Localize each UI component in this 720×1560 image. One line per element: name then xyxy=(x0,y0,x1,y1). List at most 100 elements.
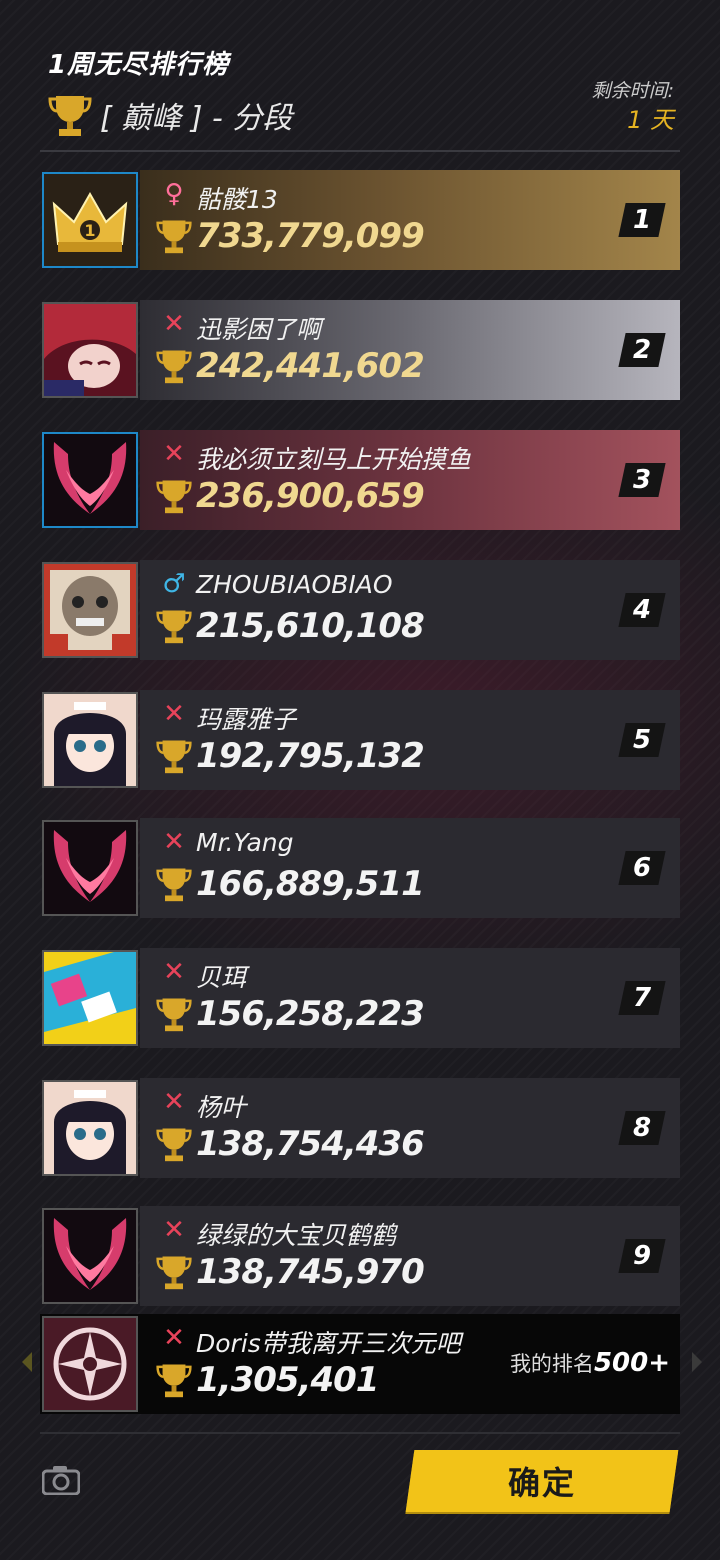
player-score: 242,441,602 xyxy=(196,346,425,386)
player-score: 733,779,099 xyxy=(196,216,425,256)
my-score: 1,305,401 xyxy=(196,1360,379,1400)
leaderboard-row[interactable]: ✕ 绿绿的大宝贝鹤鹤 138,745,970 9 xyxy=(40,1206,680,1306)
rank-number: 4 xyxy=(632,595,652,625)
trophy-icon xyxy=(156,740,192,774)
avatar[interactable]: 1 xyxy=(42,172,138,268)
tier-label: [ 巅峰 ] - 分段 xyxy=(100,101,293,136)
player-name: 绿绿的大宝贝鹤鹤 xyxy=(196,1221,397,1250)
rank-number: 1 xyxy=(632,205,652,235)
trophy-icon xyxy=(48,96,92,136)
score-group: 156,258,223 xyxy=(156,994,425,1034)
avatar[interactable] xyxy=(42,1080,138,1176)
rank-badge: 3 xyxy=(618,463,666,497)
score-group: 215,610,108 xyxy=(156,606,425,646)
avatar[interactable] xyxy=(42,692,138,788)
leaderboard-row[interactable]: 1 ♀ 骷髅13 733,779,099 1 xyxy=(40,170,680,270)
camera-icon[interactable] xyxy=(42,1465,80,1495)
player-name: 杨叶 xyxy=(196,1093,247,1122)
trophy-icon xyxy=(156,480,192,514)
leaderboard-row[interactable]: ✕ 玛露雅子 192,795,132 5 xyxy=(40,690,680,790)
rank-number: 2 xyxy=(632,335,652,365)
player-name: 我必须立刻马上开始摸鱼 xyxy=(196,445,472,474)
svg-text:1: 1 xyxy=(84,221,95,240)
gender-icon: ✕ xyxy=(163,1323,185,1353)
avatar[interactable] xyxy=(42,562,138,658)
player-name: 玛露雅子 xyxy=(196,705,297,734)
score-group: 138,745,970 xyxy=(156,1252,425,1292)
leaderboard-row[interactable]: ✕ 贝珥 156,258,223 7 xyxy=(40,948,680,1048)
my-rank-row[interactable]: ✕ Doris带我离开三次元吧 1,305,401 我的排名 500+ xyxy=(40,1314,680,1414)
rank-number: 5 xyxy=(632,725,652,755)
left-arrow-icon xyxy=(22,1352,32,1372)
player-score: 192,795,132 xyxy=(196,736,425,776)
tier-indicator: [ 巅峰 ] - 分段 xyxy=(48,92,292,138)
gender-icon: ✕ xyxy=(163,827,185,857)
my-rank-label: 我的排名 xyxy=(509,1352,594,1376)
gender-icon: ✕ xyxy=(163,309,185,339)
gender-icon: ✕ xyxy=(163,439,185,469)
leaderboard-row[interactable]: ✕ 我必须立刻马上开始摸鱼 236,900,659 3 xyxy=(40,430,680,530)
header-divider xyxy=(40,150,680,152)
rank-badge: 8 xyxy=(618,1111,666,1145)
score-group: 166,889,511 xyxy=(156,864,425,904)
remaining-time-label: 剩余时间: xyxy=(591,80,674,102)
my-avatar[interactable] xyxy=(42,1316,138,1412)
avatar[interactable] xyxy=(42,950,138,1046)
avatar[interactable] xyxy=(42,432,138,528)
gender-icon: ✕ xyxy=(163,957,185,987)
leaderboard-row[interactable]: ✕ 迅影困了啊 242,441,602 2 xyxy=(40,300,680,400)
rank-badge: 4 xyxy=(618,593,666,627)
player-name: 迅影困了啊 xyxy=(196,315,322,344)
avatar[interactable] xyxy=(42,302,138,398)
trophy-icon xyxy=(156,868,192,902)
player-name: ZHOUBIAOBIAO xyxy=(196,570,393,599)
gender-icon: ♂ xyxy=(162,569,186,599)
rank-number: 9 xyxy=(632,1241,652,1271)
rank-number: 7 xyxy=(632,983,652,1013)
player-name: Mr.Yang xyxy=(196,828,294,857)
player-score: 236,900,659 xyxy=(196,476,425,516)
my-rank-value: 500+ xyxy=(593,1348,670,1378)
gender-icon: ✕ xyxy=(163,1087,185,1117)
score-group: 192,795,132 xyxy=(156,736,425,776)
my-name: Doris带我离开三次元吧 xyxy=(196,1329,461,1358)
leaderboard-row[interactable]: ✕ 杨叶 138,754,436 8 xyxy=(40,1078,680,1178)
confirm-button[interactable]: 确定 xyxy=(405,1450,679,1512)
rank-badge: 2 xyxy=(618,333,666,367)
footer-divider xyxy=(40,1432,680,1434)
avatar[interactable] xyxy=(42,820,138,916)
leaderboard-row[interactable]: ♂ ZHOUBIAOBIAO 215,610,108 4 xyxy=(40,560,680,660)
player-score: 156,258,223 xyxy=(196,994,425,1034)
gender-icon: ✕ xyxy=(163,1215,185,1245)
score-group: 138,754,436 xyxy=(156,1124,425,1164)
rank-badge: 7 xyxy=(618,981,666,1015)
score-group: 733,779,099 xyxy=(156,216,425,256)
leaderboard-header: 1周无尽排行榜 [ 巅峰 ] - 分段 剩余时间: 1 天 xyxy=(48,44,688,154)
right-arrow-icon xyxy=(692,1352,702,1372)
player-score: 215,610,108 xyxy=(196,606,425,646)
leaderboard-row[interactable]: ✕ Mr.Yang 166,889,511 6 xyxy=(40,818,680,918)
gender-icon: ♀ xyxy=(164,179,184,209)
trophy-icon xyxy=(156,1128,192,1162)
rank-badge: 6 xyxy=(618,851,666,885)
player-score: 138,745,970 xyxy=(196,1252,425,1292)
rank-badge: 9 xyxy=(618,1239,666,1273)
trophy-icon xyxy=(156,350,192,384)
player-name: 贝珥 xyxy=(196,963,247,992)
remaining-time-value: 1 天 xyxy=(627,106,674,134)
gender-icon: ✕ xyxy=(163,699,185,729)
confirm-button-label: 确定 xyxy=(507,1464,576,1502)
trophy-icon xyxy=(156,610,192,644)
score-group: 236,900,659 xyxy=(156,476,425,516)
rank-number: 8 xyxy=(632,1113,652,1143)
rank-number: 3 xyxy=(632,465,652,495)
trophy-icon xyxy=(156,220,192,254)
trophy-icon xyxy=(156,1364,192,1398)
rank-number: 6 xyxy=(632,853,652,883)
player-score: 138,754,436 xyxy=(196,1124,425,1164)
player-name: 骷髅13 xyxy=(196,185,278,214)
trophy-icon xyxy=(156,1256,192,1290)
my-rank: 我的排名 500+ xyxy=(510,1348,670,1378)
avatar[interactable] xyxy=(42,1208,138,1304)
page-title: 1周无尽排行榜 xyxy=(48,50,230,80)
